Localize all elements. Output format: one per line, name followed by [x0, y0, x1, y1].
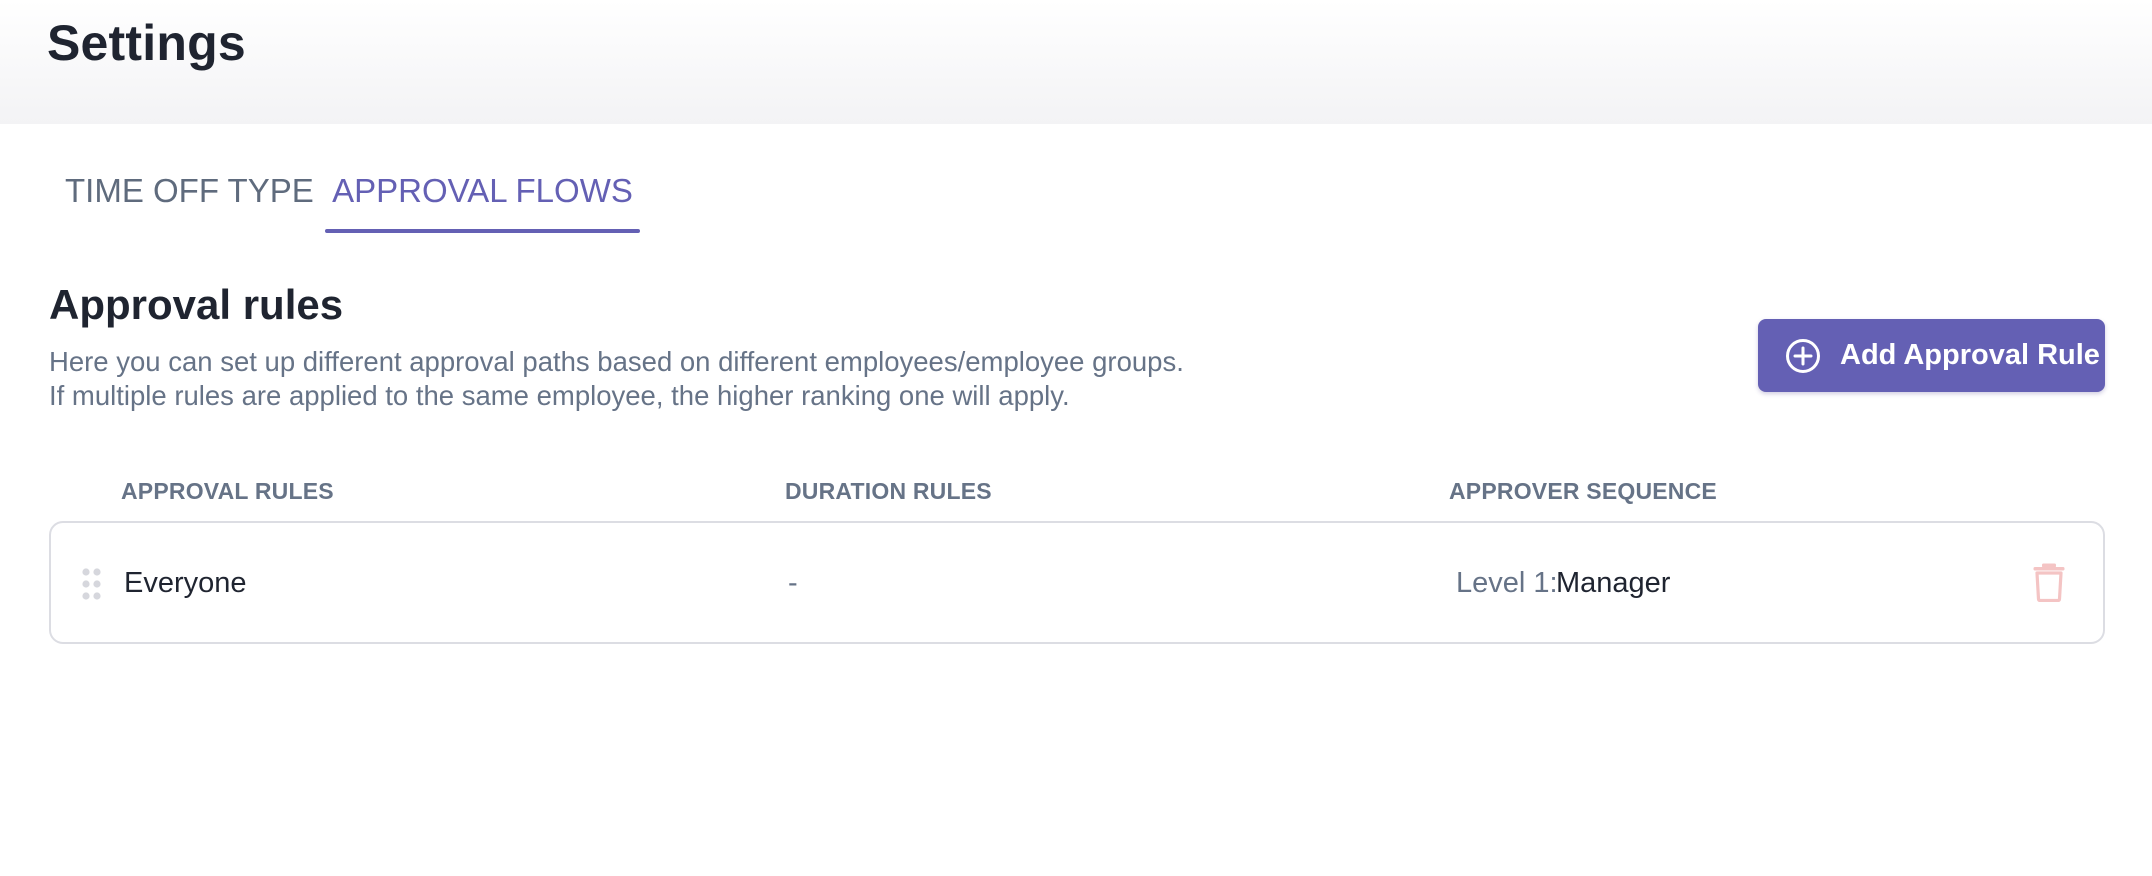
- approver-level-value: Manager: [1556, 567, 1671, 599]
- page-header: Settings: [0, 0, 2152, 124]
- rule-name: Everyone: [124, 567, 247, 599]
- settings-tabs: TIME OFF TYPE APPROVAL FLOWS: [0, 124, 900, 234]
- duration-rule: -: [788, 567, 798, 599]
- add-approval-rule-button[interactable]: Add Approval Rule: [1758, 319, 2105, 392]
- tab-approval-flows[interactable]: APPROVAL FLOWS: [325, 124, 640, 234]
- page-title: Settings: [47, 15, 246, 71]
- column-header-approver-sequence: APPROVER SEQUENCE: [1449, 478, 1717, 504]
- section-title: Approval rules: [49, 281, 344, 328]
- column-header-approval-rules: APPROVAL RULES: [121, 478, 334, 504]
- active-tab-indicator: [325, 229, 640, 233]
- section-description-line-1: Here you can set up different approval p…: [49, 346, 1184, 377]
- add-approval-rule-label: Add Approval Rule: [1840, 339, 2100, 371]
- table-row[interactable]: Everyone - Level 1: Manager: [49, 521, 2105, 644]
- approver-level-label: Level 1:: [1456, 567, 1558, 599]
- section-description-line-2: If multiple rules are applied to the sam…: [49, 380, 1070, 411]
- drag-handle-icon[interactable]: [81, 567, 103, 601]
- tab-time-off-type[interactable]: TIME OFF TYPE: [65, 124, 314, 234]
- trash-icon[interactable]: [2032, 562, 2066, 602]
- column-header-duration-rules: DURATION RULES: [785, 478, 992, 504]
- plus-circle-icon: [1786, 338, 1820, 373]
